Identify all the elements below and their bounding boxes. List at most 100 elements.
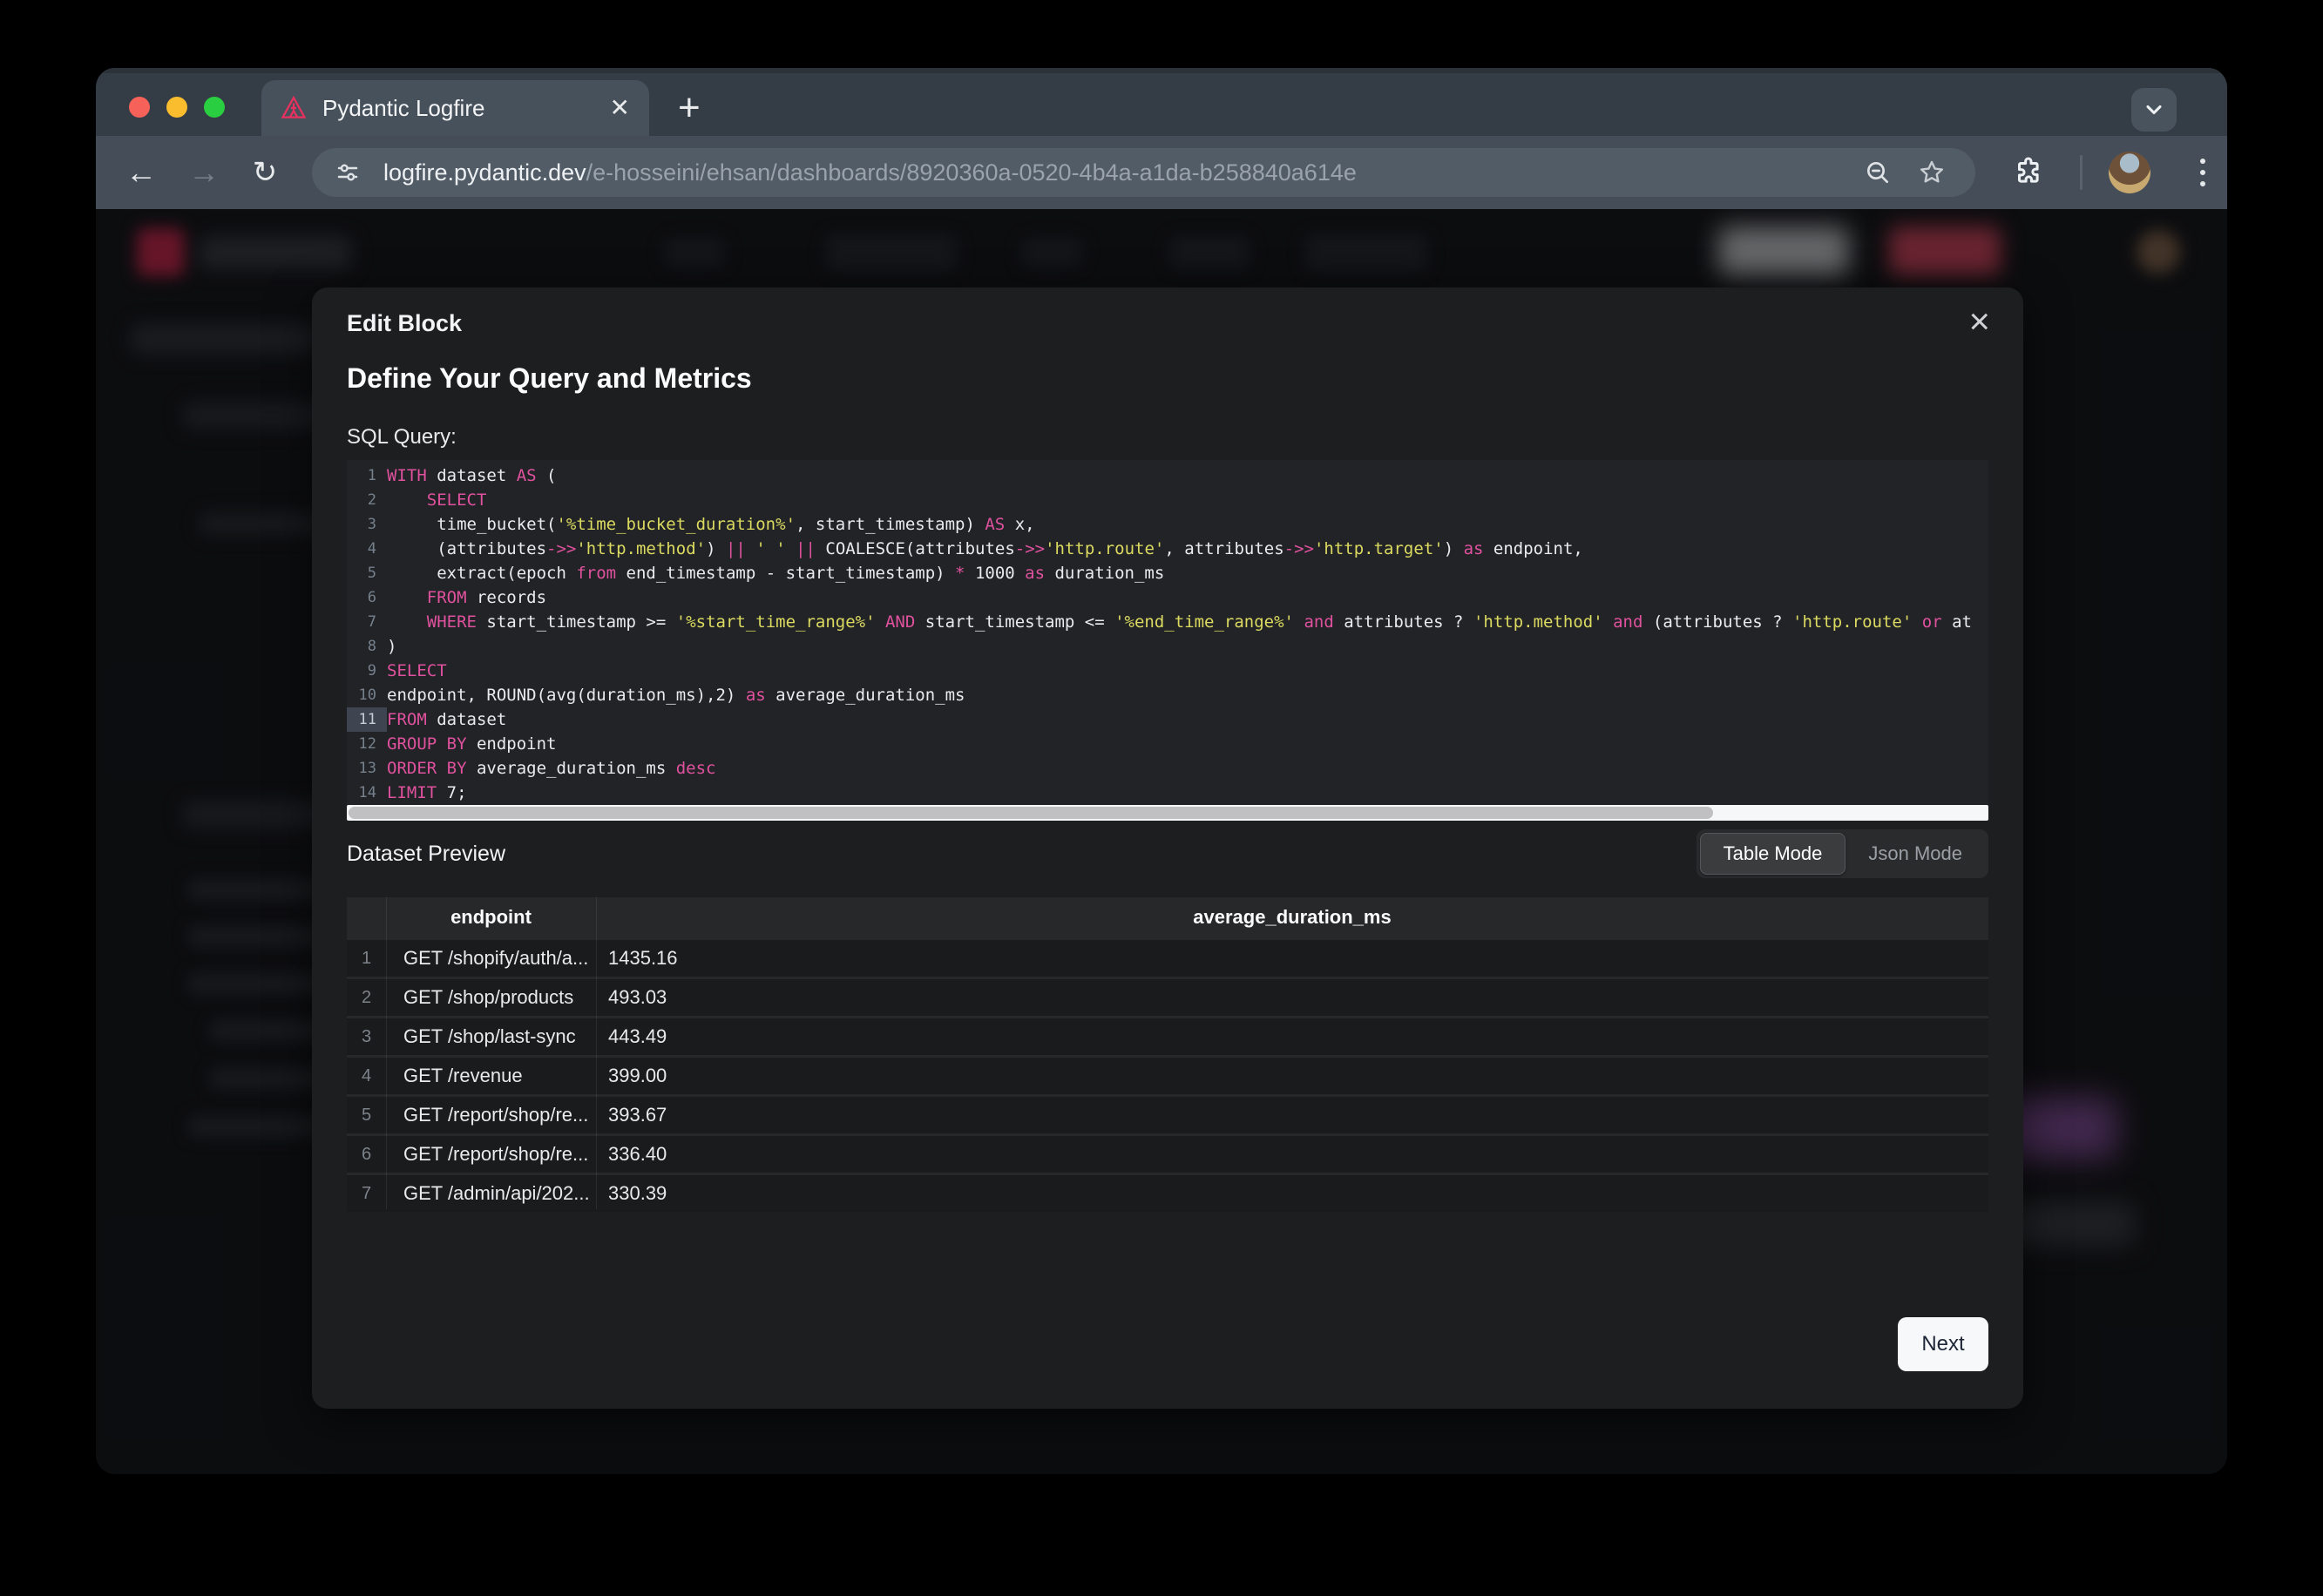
modal-title: Edit Block <box>347 310 462 337</box>
code-line: SELECT <box>387 659 1988 683</box>
forward-button[interactable]: → <box>179 136 228 209</box>
preview-table-header: endpoint average_duration_ms <box>347 897 1988 937</box>
line-number: 3 <box>347 512 387 537</box>
code-line: ORDER BY average_duration_ms desc <box>387 756 1988 781</box>
site-settings-icon[interactable] <box>335 159 361 186</box>
cell-average-duration: 330.39 <box>596 1182 667 1205</box>
json-mode-button[interactable]: Json Mode <box>1846 833 1985 875</box>
line-number: 4 <box>347 537 387 561</box>
preview-table: endpoint average_duration_ms 1GET /shopi… <box>347 897 1988 1209</box>
row-number: 7 <box>347 1184 386 1204</box>
code-line: ) <box>387 634 1988 659</box>
line-number: 14 <box>347 781 387 805</box>
code-line: (attributes->>'http.method') || ' ' || C… <box>387 537 1988 561</box>
table-row: 3GET /shop/last-sync443.49 <box>347 1018 1988 1055</box>
table-mode-button[interactable]: Table Mode <box>1700 833 1846 875</box>
code-line: FROM dataset <box>387 707 1988 732</box>
next-button[interactable]: Next <box>1898 1317 1988 1371</box>
line-number: 6 <box>347 585 387 610</box>
url-domain: logfire.pydantic.dev <box>383 159 586 186</box>
url-path: /e-hosseini/ehsan/dashboards/8920360a-05… <box>586 159 1357 186</box>
cell-endpoint: GET /shop/products <box>386 986 596 1009</box>
browser-tab[interactable]: Pydantic Logfire ✕ <box>261 80 649 136</box>
code-line: WHERE start_timestamp >= '%start_time_ra… <box>387 610 1988 634</box>
code-line: LIMIT 7; <box>387 781 1988 805</box>
code-line: GROUP BY endpoint <box>387 732 1988 756</box>
row-number: 2 <box>347 988 386 1008</box>
profile-avatar[interactable] <box>2109 152 2150 193</box>
sql-query-label: SQL Query: <box>347 425 457 450</box>
code-line: WITH dataset AS ( <box>387 463 1988 488</box>
cell-average-duration: 336.40 <box>596 1143 667 1166</box>
table-row: 4GET /revenue399.00 <box>347 1058 1988 1094</box>
tab-list-chevron-button[interactable] <box>2131 88 2177 132</box>
bookmark-star-icon[interactable] <box>1918 159 1946 186</box>
row-number: 3 <box>347 1027 386 1047</box>
line-number: 9 <box>347 659 387 683</box>
modal-close-button[interactable]: × <box>1968 303 1990 340</box>
line-number: 10 <box>347 683 387 707</box>
line-number: 11 <box>347 707 387 732</box>
table-row: 5GET /report/shop/re...393.67 <box>347 1097 1988 1133</box>
browser-window: Pydantic Logfire ✕ + ← → ↻ logfire.pydan… <box>96 68 2227 1474</box>
tab-strip: Pydantic Logfire ✕ + <box>96 68 2227 136</box>
traffic-light-zoom-button[interactable] <box>204 97 225 118</box>
code-line: FROM records <box>387 585 1988 610</box>
table-row: 2GET /shop/products493.03 <box>347 979 1988 1016</box>
url-text: logfire.pydantic.dev/e-hosseini/ehsan/da… <box>383 159 1864 186</box>
desktop: { "browser": { "tab_title": "Pydantic Lo… <box>0 0 2323 1596</box>
page-background: × Edit Block Define Your Query and Metri… <box>96 209 2227 1474</box>
sql-editor[interactable]: 1234567891011121314 WITH dataset AS ( SE… <box>347 460 1988 805</box>
code-line: endpoint, ROUND(avg(duration_ms),2) as a… <box>387 683 1988 707</box>
tab-close-icon[interactable]: ✕ <box>610 96 630 120</box>
modal-subtitle: Define Your Query and Metrics <box>347 362 752 395</box>
line-number: 2 <box>347 488 387 512</box>
line-number: 5 <box>347 561 387 585</box>
zoom-out-indicator-icon[interactable] <box>1864 159 1892 186</box>
line-number: 12 <box>347 732 387 756</box>
column-header-average-duration: average_duration_ms <box>596 897 1988 937</box>
back-button[interactable]: ← <box>117 136 166 209</box>
preview-table-body: 1GET /shopify/auth/a...1435.162GET /shop… <box>347 940 1988 1212</box>
address-bar[interactable]: logfire.pydantic.dev/e-hosseini/ehsan/da… <box>312 148 1975 197</box>
row-number: 4 <box>347 1066 386 1086</box>
sql-editor-hscrollbar-thumb[interactable] <box>349 807 1713 819</box>
code-line: time_bucket('%time_bucket_duration%', st… <box>387 512 1988 537</box>
cell-endpoint: GET /admin/api/202... <box>386 1182 596 1205</box>
cell-average-duration: 443.49 <box>596 1025 667 1048</box>
cell-average-duration: 393.67 <box>596 1104 667 1126</box>
dataset-preview-title: Dataset Preview <box>347 842 505 867</box>
new-tab-button[interactable]: + <box>678 85 701 131</box>
cell-average-duration: 493.03 <box>596 986 667 1009</box>
cell-endpoint: GET /shopify/auth/a... <box>386 947 596 970</box>
cell-average-duration: 1435.16 <box>596 947 678 970</box>
traffic-light-close-button[interactable] <box>129 97 150 118</box>
sql-editor-gutter: 1234567891011121314 <box>347 463 387 805</box>
line-number: 8 <box>347 634 387 659</box>
browser-menu-button[interactable] <box>2184 153 2222 192</box>
table-row: 1GET /shopify/auth/a...1435.16 <box>347 940 1988 977</box>
cell-average-duration: 399.00 <box>596 1065 667 1087</box>
logfire-favicon-icon <box>281 95 307 121</box>
sql-editor-hscrollbar[interactable] <box>347 805 1988 821</box>
reload-button[interactable]: ↻ <box>240 136 289 209</box>
sql-editor-lines: WITH dataset AS ( SELECT time_bucket('%t… <box>387 463 1988 805</box>
row-number: 6 <box>347 1145 386 1165</box>
table-row: 6GET /report/shop/re...336.40 <box>347 1136 1988 1173</box>
row-number: 1 <box>347 949 386 969</box>
cell-endpoint: GET /shop/last-sync <box>386 1025 596 1048</box>
table-row: 7GET /admin/api/202...330.39 <box>347 1175 1988 1212</box>
edit-block-modal: × Edit Block Define Your Query and Metri… <box>312 287 2023 1409</box>
line-number: 7 <box>347 610 387 634</box>
row-number: 5 <box>347 1106 386 1126</box>
chevron-down-icon <box>2142 98 2166 122</box>
traffic-light-minimize-button[interactable] <box>166 97 187 118</box>
column-divider <box>596 897 597 1209</box>
extensions-puzzle-icon[interactable] <box>2011 155 2044 188</box>
column-header-endpoint: endpoint <box>386 897 596 937</box>
tab-title: Pydantic Logfire <box>322 95 594 122</box>
code-line: extract(epoch from end_timestamp - start… <box>387 561 1988 585</box>
preview-mode-switch: Table Mode Json Mode <box>1697 829 1988 878</box>
browser-toolbar: ← → ↻ logfire.pydantic.dev/e-hosseini/eh… <box>96 136 2227 209</box>
cell-endpoint: GET /revenue <box>386 1065 596 1087</box>
